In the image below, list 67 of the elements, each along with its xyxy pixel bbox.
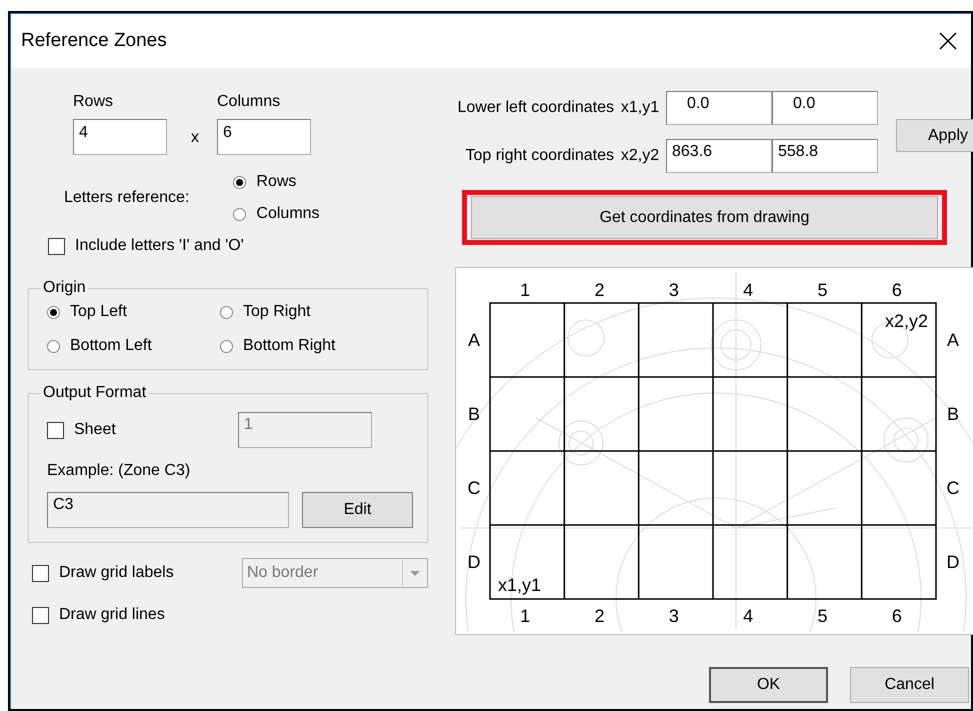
column-label: 1	[520, 606, 530, 626]
group-title: Origin	[42, 279, 87, 297]
column-label: 2	[594, 280, 604, 300]
get-coordinates-button[interactable]: Get coordinates from drawing	[471, 196, 938, 239]
checkbox[interactable]	[32, 606, 49, 624]
radio-button[interactable]	[47, 340, 60, 352]
radio-button[interactable]	[47, 306, 60, 318]
column-label: 3	[668, 606, 679, 626]
checkbox[interactable]	[47, 422, 64, 438]
row-label: B	[947, 404, 959, 424]
column-label: 6	[892, 280, 902, 300]
option-label[interactable]: Bottom Right	[243, 337, 336, 355]
field-label: Top right coordinates	[464, 147, 614, 165]
row-label: D	[946, 552, 960, 572]
window-title: Reference Zones	[21, 30, 167, 52]
group-title: Output Format	[42, 384, 148, 402]
point-label: x1,y1	[620, 99, 660, 117]
coordinate-field[interactable]: 558.8	[772, 139, 878, 173]
point-label: x2,y2	[620, 147, 660, 165]
times-sign: x	[191, 129, 199, 147]
column-label: 4	[743, 606, 754, 626]
radio-button[interactable]	[233, 176, 246, 188]
close-icon[interactable]	[939, 32, 957, 50]
checkbox-label[interactable]: Draw grid labels	[59, 564, 174, 582]
edit-button[interactable]: Edit	[302, 492, 413, 528]
row-label: B	[468, 404, 480, 424]
ok-button[interactable]: OK	[709, 667, 828, 703]
corner-label: x2,y2	[884, 311, 928, 331]
apply-button[interactable]: Apply	[896, 119, 973, 152]
option-label[interactable]: Columns	[256, 205, 320, 223]
corner-label: x1,y1	[498, 575, 542, 595]
option-label[interactable]: Top Left	[70, 303, 127, 321]
columns-field[interactable]: 6	[217, 119, 311, 155]
cancel-button[interactable]: Cancel	[850, 667, 969, 703]
column-label: 4	[743, 280, 754, 300]
option-label[interactable]: Bottom Left	[70, 337, 152, 355]
field-label: Columns	[217, 93, 282, 111]
option-label[interactable]: Top Right	[243, 303, 311, 321]
checkbox[interactable]	[32, 564, 49, 582]
radio-button[interactable]	[220, 340, 233, 352]
column-label: 2	[594, 606, 604, 626]
option-label[interactable]: Rows	[256, 173, 296, 191]
checkbox[interactable]	[48, 238, 65, 254]
checkbox-label[interactable]: Include letters 'I' and 'O'	[75, 237, 244, 255]
row-label: C	[946, 478, 960, 498]
column-label: 5	[818, 606, 828, 626]
column-label: 5	[818, 280, 828, 300]
example-field: C3	[47, 492, 289, 528]
field-label: Rows	[73, 93, 114, 111]
radio-button[interactable]	[220, 306, 233, 318]
checkbox-label[interactable]: Draw grid lines	[59, 606, 165, 624]
checkbox-label[interactable]: Sheet	[74, 421, 116, 439]
row-label: A	[947, 330, 959, 350]
column-label: 3	[668, 280, 679, 300]
row-label: C	[468, 478, 480, 498]
column-label: 1	[520, 280, 530, 300]
field-label: Lower left coordinates	[456, 99, 614, 117]
coordinate-field[interactable]: 0.0	[772, 91, 878, 125]
row-label: A	[468, 330, 480, 350]
example-label: Example: (Zone C3)	[47, 462, 192, 480]
rows-field[interactable]: 4	[73, 119, 167, 155]
field-label: Letters reference:	[64, 189, 190, 207]
column-label: 6	[892, 606, 902, 626]
radio-button[interactable]	[233, 208, 246, 220]
row-label: D	[468, 552, 480, 572]
coordinate-field[interactable]: 0.0	[666, 91, 772, 125]
coordinate-field[interactable]: 863.6	[666, 139, 772, 173]
